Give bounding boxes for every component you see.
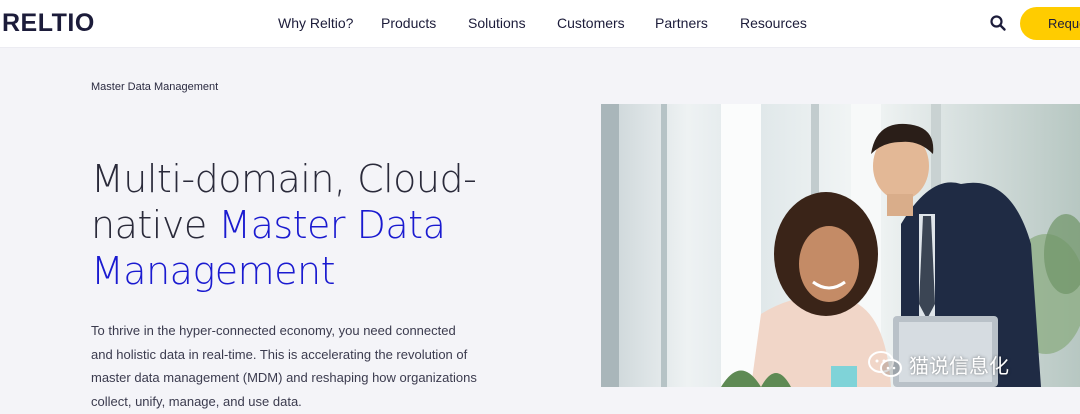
nav-resources[interactable]: Resources [740,15,807,31]
title-line-1: Multi-domain, Cloud- [91,157,477,201]
nav-partners[interactable]: Partners [655,15,708,31]
main-nav: Why Reltio? Products Solutions Customers… [0,0,1080,48]
intro-paragraph: To thrive in the hyper-connected economy… [91,319,511,413]
hero-image [601,104,1080,387]
page-title: Multi-domain, Cloud- native Master Data … [91,156,571,294]
hero-illustration [601,104,1080,387]
wechat-icon [868,351,902,377]
intro-line-4: collect, unify, manage, and use data. [91,393,302,409]
nav-solutions[interactable]: Solutions [468,15,526,31]
nav-why-reltio[interactable]: Why Reltio? [278,15,353,31]
site-header: RELTIO Why Reltio? Products Solutions Cu… [0,0,1080,48]
breadcrumb[interactable]: Master Data Management [91,81,218,93]
nav-products[interactable]: Products [381,15,436,31]
intro-line-1: To thrive in the hyper-connected economy… [91,323,456,338]
title-line-2-plain: native [91,203,219,247]
nav-customers[interactable]: Customers [557,15,625,31]
request-demo-button[interactable]: Reque [1020,7,1080,40]
intro-line-2: and holistic data in real-time. This is … [91,346,468,362]
title-line-3-accent: Management [91,249,336,293]
watermark: 猫说信息化 [867,349,1009,379]
title-line-2-accent: Master Data [218,203,446,247]
search-icon[interactable] [989,14,1007,32]
intro-line-3: master data management (MDM) and reshapi… [91,370,477,385]
watermark-text: 猫说信息化 [909,353,1009,378]
